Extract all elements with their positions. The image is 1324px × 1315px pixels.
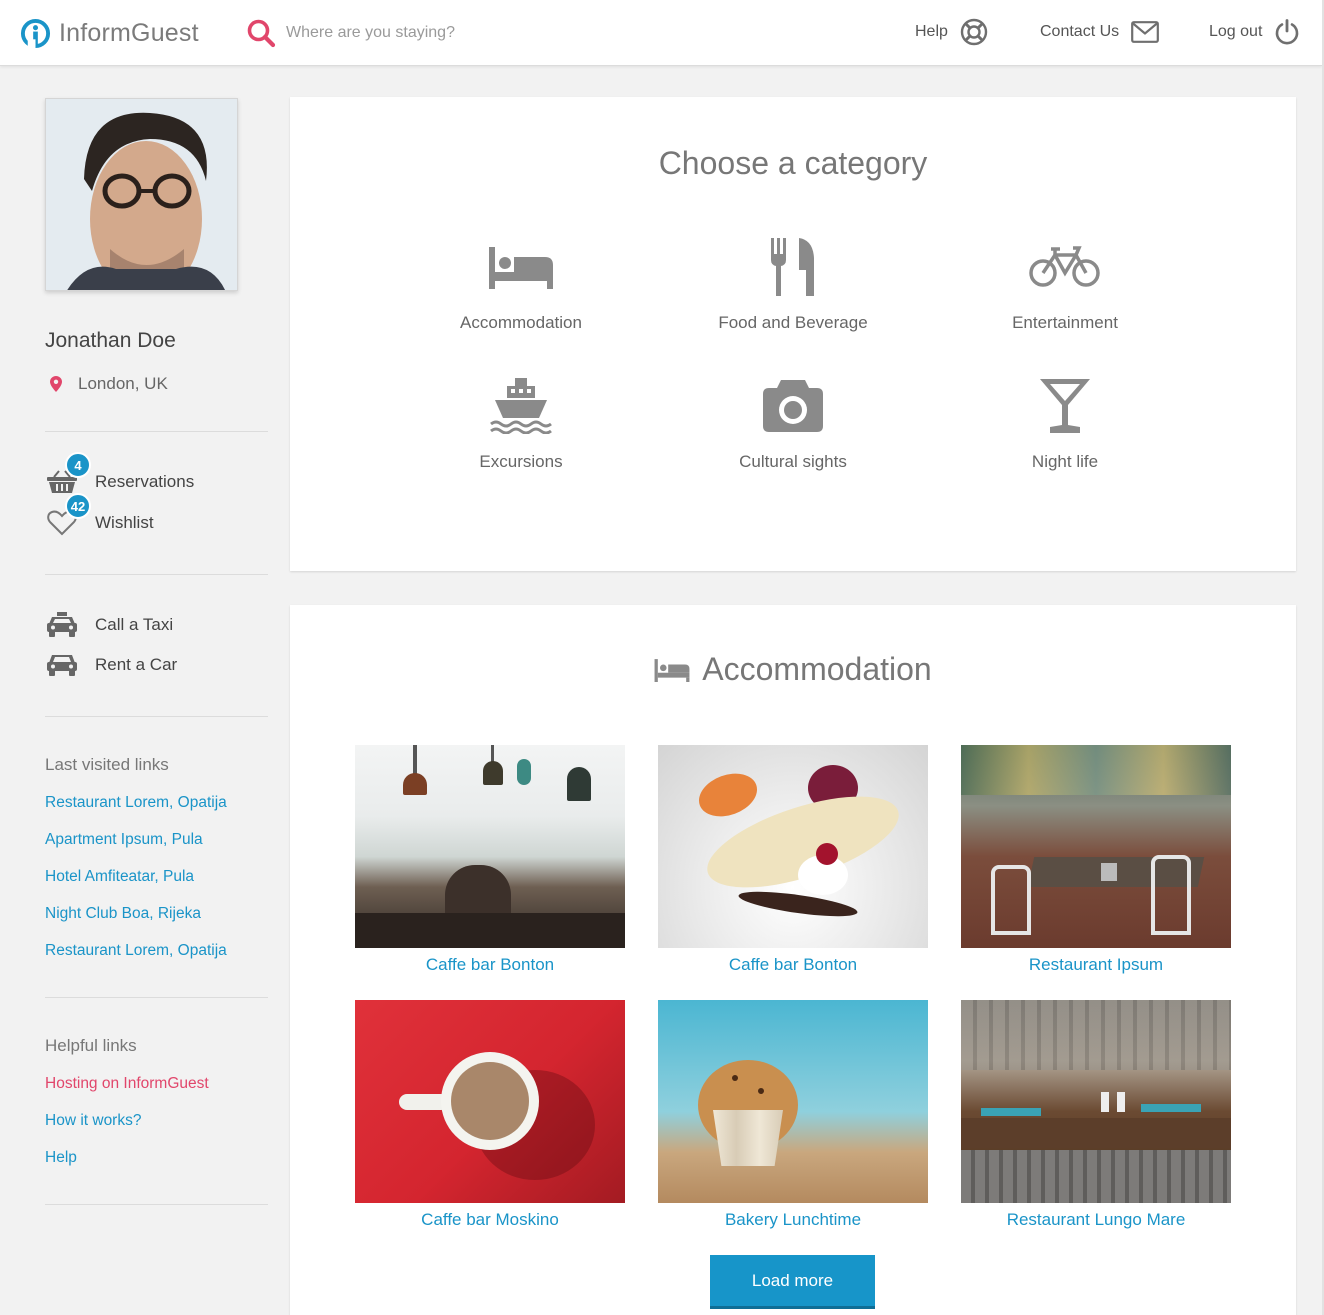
- last-visited-link[interactable]: Hotel Amfiteatar, Pula: [45, 868, 194, 886]
- how-it-works-link[interactable]: How it works?: [45, 1112, 141, 1130]
- listing-photo: [961, 745, 1231, 948]
- listing-photo: [355, 745, 625, 948]
- camera-icon: [673, 374, 913, 438]
- accommodation-title: Accommodation: [290, 651, 1296, 688]
- reservations-label: Reservations: [95, 472, 195, 491]
- help-nav-item[interactable]: Help: [915, 16, 988, 48]
- bicycle-icon: [945, 235, 1185, 299]
- user-name: Jonathan Doe: [45, 329, 176, 352]
- car-icon: [45, 651, 79, 679]
- wishlist-badge: 42: [65, 493, 91, 519]
- call-taxi-link[interactable]: Call a Taxi: [45, 611, 173, 639]
- category-label: Food and Beverage: [718, 313, 868, 332]
- map-pin-icon: [50, 376, 62, 392]
- profile-photo: [46, 99, 237, 290]
- category-panel-title: Choose a category: [658, 145, 928, 181]
- listing-name: Restaurant Ipsum: [1028, 955, 1164, 974]
- sidebar-divider: [45, 997, 268, 998]
- accommodation-panel: Accommodation Caffe bar Bonton Caffe bar…: [290, 605, 1296, 1315]
- ship-icon: [401, 374, 641, 438]
- last-visited-link[interactable]: Apartment Ipsum, Pula: [45, 831, 203, 849]
- category-label: Cultural sights: [739, 452, 847, 471]
- category-food-beverage[interactable]: Food and Beverage: [673, 235, 913, 333]
- power-icon: [1274, 19, 1300, 45]
- category-label: Excursions: [479, 452, 563, 471]
- search-input[interactable]: [286, 24, 586, 42]
- sidebar-divider: [45, 574, 268, 575]
- rent-car-label: Rent a Car: [95, 655, 178, 674]
- reservations-link[interactable]: 4 Reservations: [45, 452, 195, 496]
- wishlist-link[interactable]: 42 Wishlist: [45, 493, 154, 537]
- listing-card[interactable]: Caffe bar Moskino: [355, 1000, 625, 1230]
- bed-icon: [654, 658, 690, 682]
- sidebar-divider: [45, 716, 268, 717]
- info-logo-icon: [20, 18, 51, 49]
- hosting-link[interactable]: Hosting on InformGuest: [45, 1075, 209, 1093]
- listing-photo: [658, 1000, 928, 1203]
- helpful-links-heading: Helpful links: [45, 1036, 137, 1055]
- listing-photo: [355, 1000, 625, 1203]
- last-visited-link[interactable]: Restaurant Lorem, Opatija: [45, 794, 227, 812]
- sidebar-divider: [45, 431, 268, 432]
- category-entertainment[interactable]: Entertainment: [945, 235, 1185, 333]
- category-excursions[interactable]: Excursions: [401, 374, 641, 472]
- listing-photo: [961, 1000, 1231, 1203]
- bed-icon: [401, 235, 641, 299]
- listing-name: Bakery Lunchtime: [724, 1210, 862, 1229]
- accommodation-title-text: Accommodation: [702, 651, 932, 687]
- fork-knife-icon: [673, 235, 913, 299]
- category-accommodation[interactable]: Accommodation: [401, 235, 641, 333]
- cocktail-icon: [945, 374, 1185, 438]
- location-text: London, UK: [78, 374, 168, 393]
- category-night-life[interactable]: Night life: [945, 374, 1185, 472]
- rent-car-link[interactable]: Rent a Car: [45, 651, 177, 679]
- listing-name: Restaurant Lungo Mare: [1006, 1210, 1186, 1229]
- listing-name: Caffe bar Moskino: [421, 1210, 559, 1229]
- listing-card[interactable]: Bakery Lunchtime: [658, 1000, 928, 1230]
- search-bar: [246, 17, 586, 49]
- search-icon[interactable]: [246, 18, 276, 48]
- brand-logo[interactable]: InformGuest: [20, 17, 199, 49]
- heart-icon: 42: [45, 493, 91, 537]
- contact-label: Contact Us: [1040, 23, 1120, 40]
- taxi-icon: [45, 611, 79, 639]
- help-link[interactable]: Help: [45, 1149, 77, 1167]
- envelope-icon: [1131, 21, 1160, 43]
- load-more-button[interactable]: Load more: [710, 1255, 875, 1309]
- help-label: Help: [915, 23, 948, 40]
- category-cultural-sights[interactable]: Cultural sights: [673, 374, 913, 472]
- top-header: InformGuest Help Contact Us: [0, 0, 1322, 66]
- last-visited-link[interactable]: Restaurant Lorem, Opatija: [45, 942, 227, 960]
- logout-label: Log out: [1209, 23, 1263, 40]
- reservations-badge: 4: [65, 452, 91, 478]
- last-visited-heading: Last visited links: [45, 755, 169, 774]
- call-taxi-label: Call a Taxi: [95, 615, 174, 634]
- category-label: Entertainment: [1012, 313, 1118, 332]
- listing-name: Caffe bar Bonton: [425, 955, 555, 974]
- listing-card[interactable]: Caffe bar Bonton: [658, 745, 928, 975]
- listing-card[interactable]: Restaurant Lungo Mare: [961, 1000, 1231, 1230]
- category-label: Accommodation: [460, 313, 582, 332]
- last-visited-link[interactable]: Night Club Boa, Rijeka: [45, 905, 201, 923]
- category-panel: Choose a category Accommodation Food and…: [290, 97, 1296, 571]
- brand-name: InformGuest: [59, 18, 199, 47]
- listing-name: Caffe bar Bonton: [728, 955, 858, 974]
- lifebuoy-icon: [960, 18, 988, 46]
- logout-nav-item[interactable]: Log out: [1209, 16, 1300, 48]
- listing-photo: [658, 745, 928, 948]
- listing-card[interactable]: Caffe bar Bonton: [355, 745, 625, 975]
- listing-card[interactable]: Restaurant Ipsum: [961, 745, 1231, 975]
- contact-nav-item[interactable]: Contact Us: [1040, 16, 1160, 48]
- basket-icon: 4: [45, 452, 91, 496]
- user-location: London, UK: [50, 374, 168, 394]
- category-label: Night life: [1031, 452, 1099, 471]
- wishlist-label: Wishlist: [95, 513, 154, 532]
- sidebar-divider: [45, 1204, 268, 1205]
- avatar[interactable]: [45, 98, 238, 291]
